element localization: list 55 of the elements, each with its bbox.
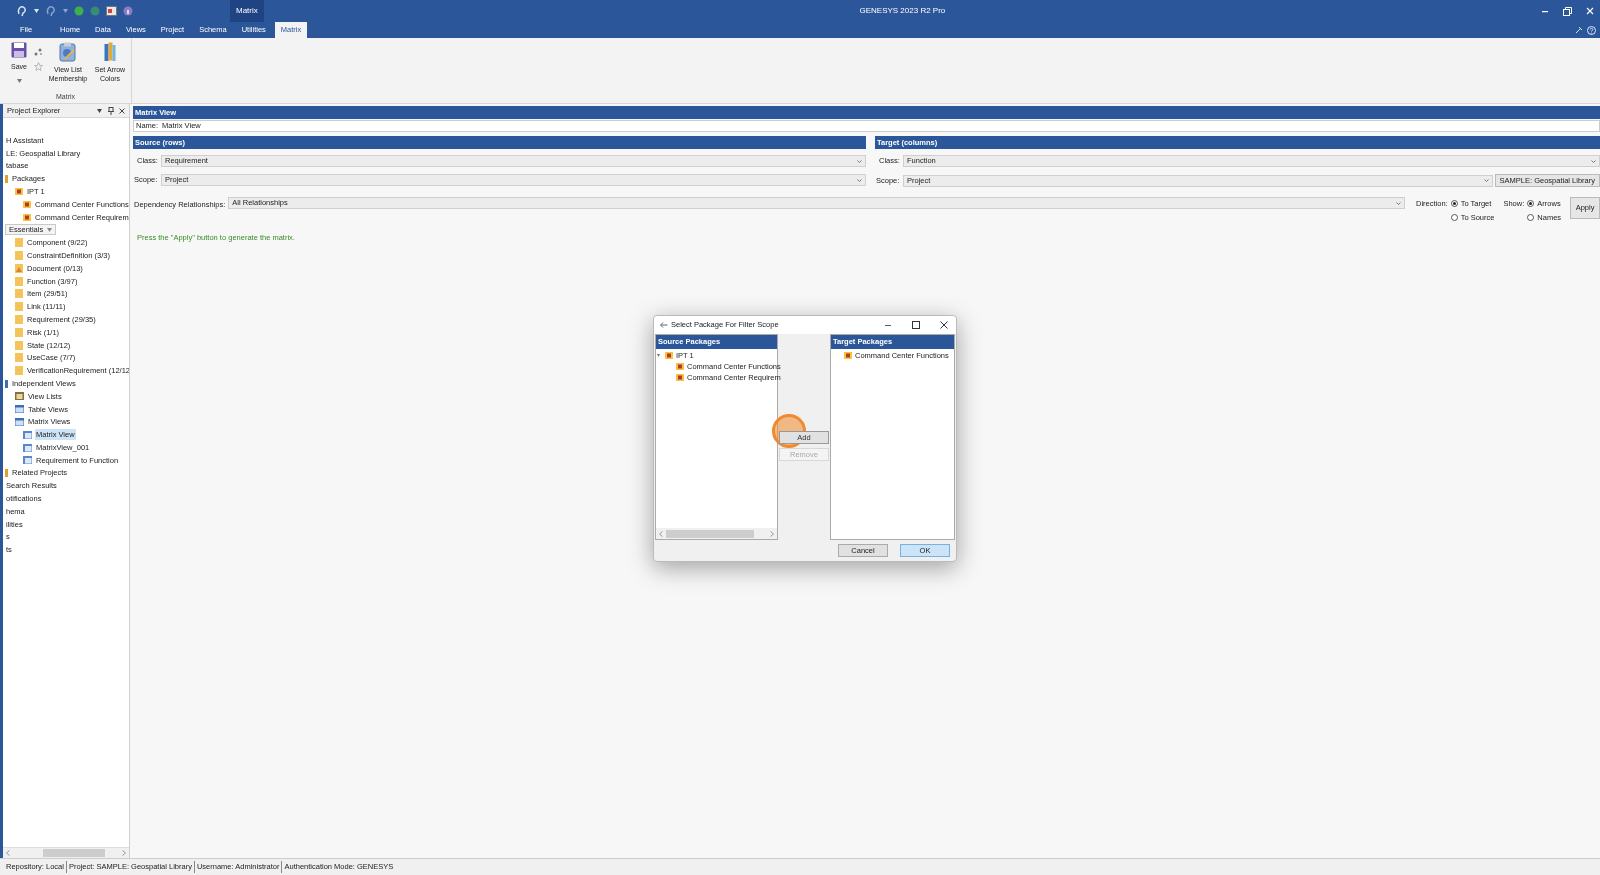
restore-icon [1563,6,1572,16]
caret-icon [47,227,53,232]
ear-icon [45,5,57,17]
dialog-icon [660,322,668,328]
caret-icon [63,9,68,13]
matrix-view-icon [23,430,32,439]
circle-icon [74,6,84,16]
chevron-icon [1591,159,1596,163]
star-icon [34,62,43,71]
window-title: GENESYS 2023 R2 Pro [859,5,946,17]
horizontal-scrollbar[interactable] [3,847,129,858]
scatter-icon [34,48,43,56]
chevron-icon [857,159,862,163]
clipboard-icon [59,42,77,62]
expander-icon [657,354,660,357]
context-tab-label: Matrix [230,0,264,22]
package-icon [23,200,31,208]
info-icon [123,6,133,16]
caret-icon [97,108,102,113]
table-view-icon [15,417,24,426]
bracket-icon [5,379,8,388]
ear-icon [16,5,28,17]
table-view-icon [15,405,24,414]
document-icon [15,263,23,273]
close-icon [1586,7,1594,15]
help-icon [1587,25,1596,35]
package-icon [15,188,23,196]
list-view-icon [15,392,24,401]
close-icon [940,321,948,329]
marker-icon [5,174,8,183]
maximize-icon [912,321,920,329]
chevron-icon [857,178,862,182]
chevron-icon [1483,179,1489,182]
matrix-view-icon [23,443,32,452]
color-bars-icon [104,42,116,62]
close-icon [119,107,125,114]
radio-button[interactable] [1450,214,1458,222]
matrix-view-icon [23,456,32,465]
package-icon [844,352,852,359]
radio-button[interactable] [1450,200,1458,208]
chevron-icon [1395,201,1401,205]
circle-icon [90,6,100,16]
caret-icon [34,9,39,13]
marker-icon [5,469,8,478]
radio-button[interactable] [1527,200,1535,208]
package-icon [676,374,684,381]
toolbar-button[interactable] [34,48,43,56]
package-icon [23,213,31,221]
caret-icon [16,78,22,83]
package-icon [676,363,684,370]
horizontal-scrollbar[interactable] [656,528,777,539]
window-icon [106,6,117,16]
radio-button[interactable] [1527,214,1535,222]
floppy-icon [11,42,27,58]
package-icon [665,352,673,359]
